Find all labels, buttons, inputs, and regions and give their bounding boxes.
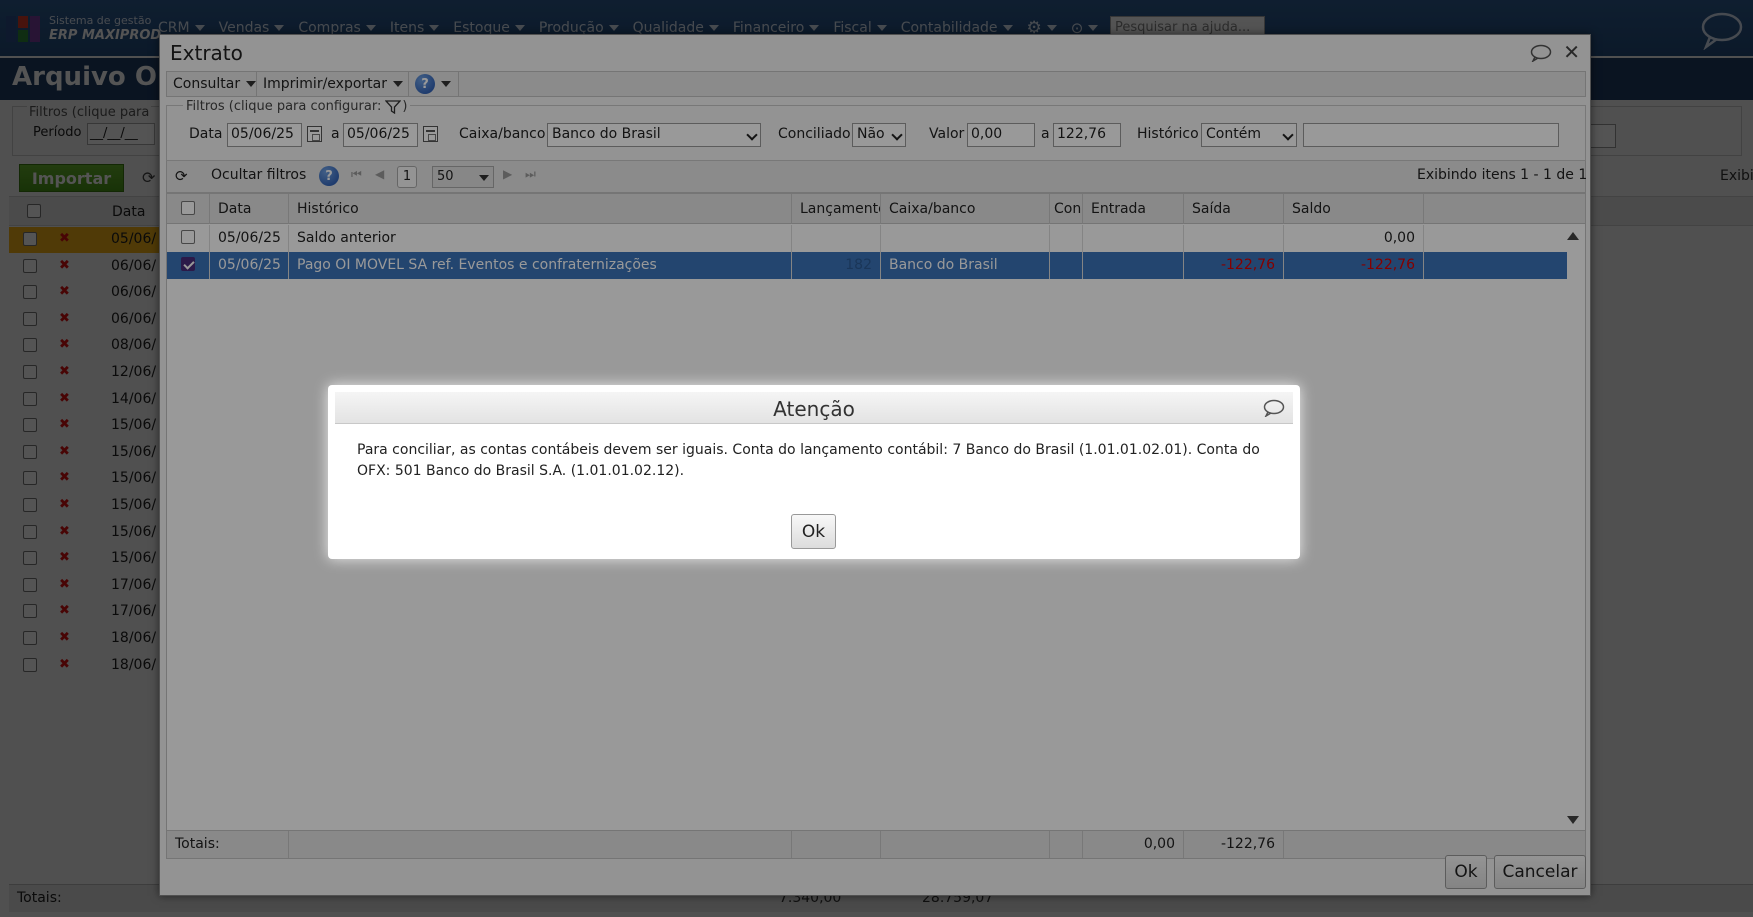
attention-dialog-header: Atenção xyxy=(335,392,1293,424)
chat-icon[interactable] xyxy=(1263,399,1285,417)
attention-dialog: Atenção Para conciliar, as contas contáb… xyxy=(328,385,1300,559)
attention-ok-button[interactable]: Ok xyxy=(791,514,836,549)
attention-message: Para conciliar, as contas contábeis deve… xyxy=(357,442,1260,479)
attention-title: Atenção xyxy=(773,397,855,421)
